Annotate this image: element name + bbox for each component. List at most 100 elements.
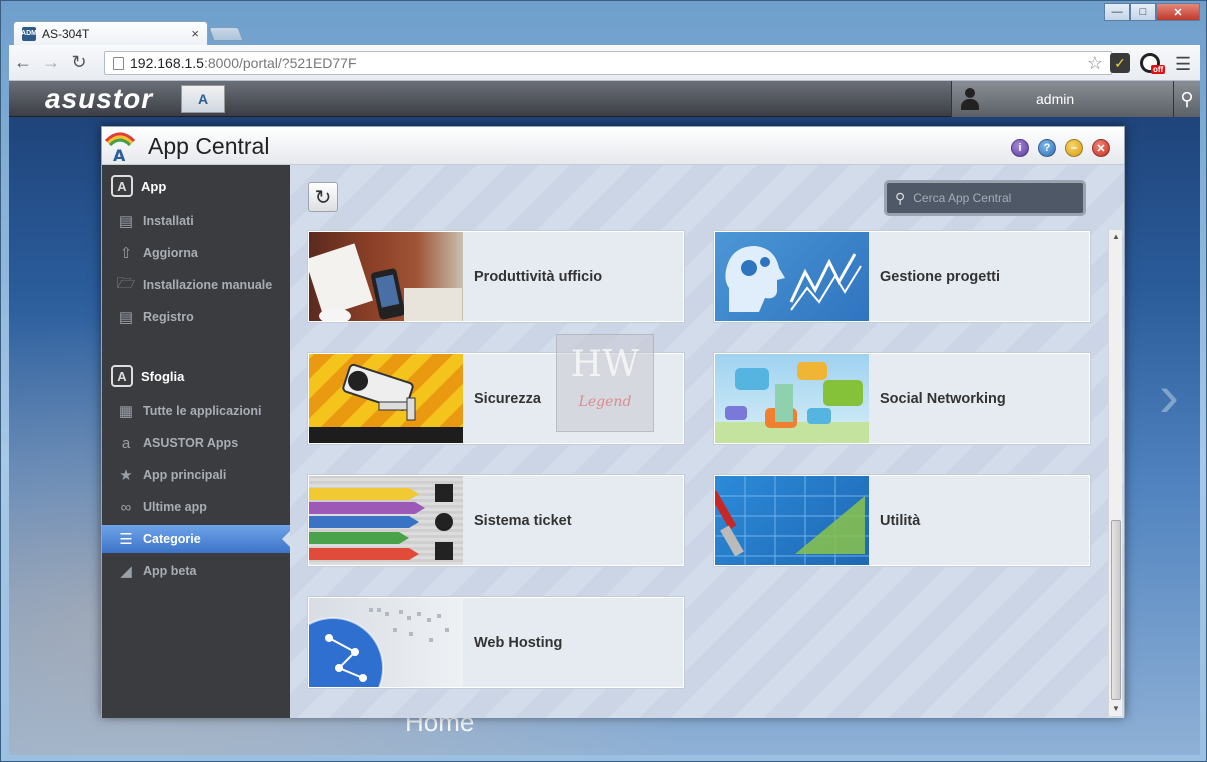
sidebar-item-label: Registro <box>143 310 194 324</box>
sidebar-item-label: Installati <box>143 214 194 228</box>
vertical-scrollbar[interactable]: ▲ ▼ <box>1108 230 1122 716</box>
minimize-icon[interactable]: – <box>1065 139 1083 157</box>
close-icon[interactable]: ✕ <box>1092 139 1110 157</box>
scroll-up-arrow-icon[interactable]: ▲ <box>1109 230 1123 244</box>
back-arrow-icon[interactable]: ← <box>9 52 37 73</box>
sidebar-item-label: Categorie <box>143 532 201 546</box>
tab-close-icon[interactable]: × <box>191 26 199 41</box>
url-path: :8000/portal/?521ED77F <box>203 55 357 71</box>
app-central-window: A App Central i ? – ✕ A App ▤ Installati <box>101 126 1125 718</box>
category-label: Social Networking <box>880 390 1006 407</box>
star-icon: ★ <box>119 467 133 484</box>
sidebar-item-asustor-apps[interactable]: a ASUSTOR Apps <box>102 429 290 457</box>
info-icon[interactable]: i <box>1011 139 1029 157</box>
update-icon: ⇧ <box>119 245 133 262</box>
category-card-produttivita-ufficio[interactable]: Produttività ufficio <box>308 231 684 322</box>
close-window-button[interactable]: ✕ <box>1156 3 1200 21</box>
sidebar-item-aggiorna[interactable]: ⇧ Aggiorna <box>102 239 290 267</box>
user-icon <box>960 87 980 111</box>
category-label: Sistema ticket <box>474 512 572 529</box>
help-icon[interactable]: ? <box>1038 139 1056 157</box>
bookmark-star-icon[interactable]: ☆ <box>1087 53 1103 74</box>
search-input[interactable] <box>913 191 1064 205</box>
browser-tab[interactable]: ADM AS-304T × <box>13 21 208 45</box>
window-title: App Central <box>148 133 270 159</box>
hamburger-menu-icon[interactable]: ☰ <box>1175 54 1191 75</box>
sidebar-item-label: Aggiorna <box>143 246 198 260</box>
project-management-image <box>715 232 869 321</box>
sidebar-section-sfoglia: A Sfoglia <box>102 361 290 391</box>
category-card-gestione-progetti[interactable]: Gestione progetti <box>714 231 1090 322</box>
app-central-logo-icon: A <box>104 132 136 163</box>
sidebar-item-label: App principali <box>143 468 227 482</box>
sidebar-item-installazione-manuale[interactable]: 🗁 Installazione manuale <box>102 271 290 299</box>
scroll-thumb[interactable] <box>1111 520 1121 700</box>
new-tab-button[interactable] <box>208 27 244 41</box>
next-page-chevron-icon[interactable]: › <box>1159 361 1179 430</box>
office-image <box>309 232 463 321</box>
extension-icon[interactable]: ✓ <box>1110 53 1130 73</box>
url-text: 192.168.1.5:8000/portal/?521ED77F <box>130 55 1081 71</box>
utilities-image <box>715 476 869 565</box>
category-card-web-hosting[interactable]: Web Hosting <box>308 597 684 688</box>
category-card-sistema-ticket[interactable]: Sistema ticket <box>308 475 684 566</box>
search-icon[interactable]: ⚲ <box>1173 81 1200 117</box>
maximize-button[interactable]: □ <box>1130 3 1156 21</box>
window-header: A App Central i ? – ✕ <box>102 127 1124 165</box>
security-camera-image <box>309 354 463 443</box>
category-label: Utilità <box>880 512 921 529</box>
sidebar-item-tutte-le-applicazioni[interactable]: ▦ Tutte le applicazioni <box>102 397 290 425</box>
adm-top-bar: asustor A admin ⚲ <box>9 81 1200 117</box>
grid-icon: ▦ <box>118 403 134 420</box>
sidebar-item-label: ASUSTOR Apps <box>143 436 239 450</box>
sidebar-item-label: App beta <box>143 564 197 578</box>
category-card-utilita[interactable]: Utilità <box>714 475 1090 566</box>
installed-icon: ▤ <box>118 213 134 230</box>
sidebar-item-app-principali[interactable]: ★ App principali <box>102 461 290 489</box>
refresh-button[interactable]: ↻ <box>308 182 338 212</box>
category-label: Web Hosting <box>474 634 563 651</box>
forward-arrow-icon[interactable]: → <box>37 52 65 73</box>
svg-text:A: A <box>113 146 126 163</box>
search-icon: ⚲ <box>895 189 906 206</box>
sidebar-section-app: A App <box>102 171 290 201</box>
minimize-button[interactable]: — <box>1104 3 1130 21</box>
asustor-apps-icon: a <box>121 434 131 452</box>
web-hosting-image <box>309 598 463 687</box>
latest-apps-icon: ∞ <box>120 498 132 516</box>
sidebar-item-installati[interactable]: ▤ Installati <box>102 207 290 235</box>
refresh-icon: ↻ <box>314 186 332 209</box>
title-bar: ADM AS-304T × — □ ✕ <box>1 1 1206 45</box>
browser-toolbar: ← → ↻ 192.168.1.5:8000/portal/?521ED77F … <box>9 45 1200 81</box>
asustor-logo: asustor <box>45 83 154 114</box>
adm-favicon-icon: ADM <box>21 26 37 41</box>
window-controls: — □ ✕ <box>1104 3 1200 21</box>
ticket-system-image <box>309 476 463 565</box>
page-icon <box>113 56 124 70</box>
user-menu[interactable]: admin <box>951 81 1173 117</box>
extension-off-icon[interactable]: off <box>1140 53 1166 74</box>
sidebar: A App ▤ Installati ⇧ Aggiorna 🗁 Installa… <box>102 165 290 718</box>
extension-badge: off <box>1151 65 1166 74</box>
log-icon: ▤ <box>118 309 134 326</box>
sidebar-item-label: Ultime app <box>143 500 207 514</box>
tab-title: AS-304T <box>42 26 90 41</box>
main-content: ↻ ⚲ Produttività u <box>290 165 1124 718</box>
sidebar-item-ultime-app[interactable]: ∞ Ultime app <box>102 493 290 521</box>
scroll-down-arrow-icon[interactable]: ▼ <box>1109 702 1123 716</box>
sidebar-item-app-beta[interactable]: ◢ App beta <box>102 557 290 585</box>
category-card-social-networking[interactable]: Social Networking <box>714 353 1090 444</box>
search-field[interactable]: ⚲ <box>884 180 1086 216</box>
beta-icon: ◢ <box>120 563 132 580</box>
address-bar[interactable]: 192.168.1.5:8000/portal/?521ED77F ☆ <box>104 51 1112 75</box>
app-central-taskbar-icon[interactable]: A <box>181 85 225 113</box>
category-label: Sicurezza <box>474 390 541 407</box>
adm-desktop: asustor A admin ⚲ › Home A App Central i <box>9 81 1200 755</box>
reload-icon[interactable]: ↻ <box>65 52 93 73</box>
sidebar-item-label: Tutte le applicazioni <box>143 404 262 418</box>
sidebar-item-registro[interactable]: ▤ Registro <box>102 303 290 331</box>
browser-window: ADM AS-304T × — □ ✕ ← → ↻ 192.168.1.5:80… <box>0 0 1207 762</box>
sidebar-section-label: Sfoglia <box>141 368 185 384</box>
url-host: 192.168.1.5 <box>130 55 204 71</box>
sidebar-item-categorie[interactable]: ☰ Categorie <box>102 525 290 553</box>
